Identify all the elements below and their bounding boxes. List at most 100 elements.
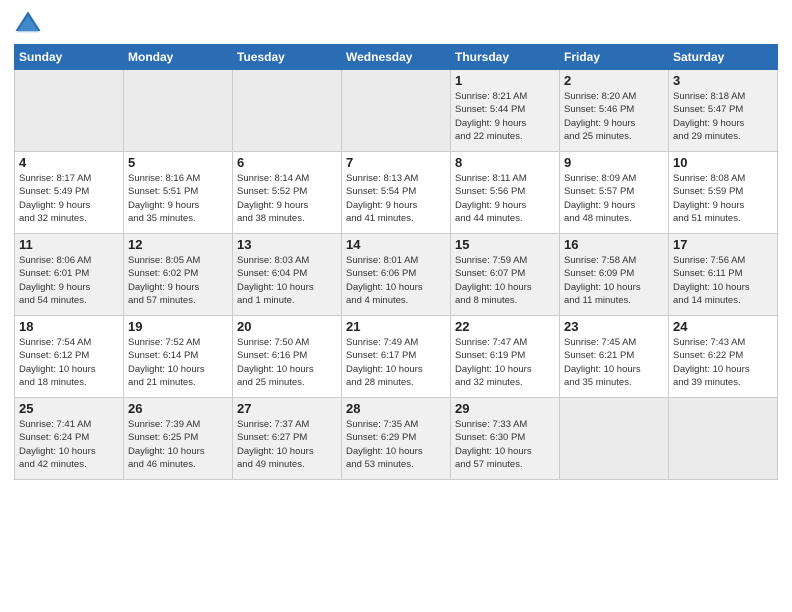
calendar-cell [342, 70, 451, 152]
day-info: Sunrise: 8:03 AM Sunset: 6:04 PM Dayligh… [237, 254, 337, 307]
calendar-cell: 22Sunrise: 7:47 AM Sunset: 6:19 PM Dayli… [451, 316, 560, 398]
day-info: Sunrise: 8:20 AM Sunset: 5:46 PM Dayligh… [564, 90, 664, 143]
calendar-week-row: 11 Sunrise: 8:06 AM Sunset: 6:01 PM Dayli… [15, 234, 778, 316]
day-info: Sunrise: 8:17 AM Sunset: 5:49 PM Dayligh… [19, 172, 119, 225]
weekday-header: Friday [560, 45, 669, 70]
calendar-cell: 19 Sunrise: 7:52 AM Sunset: 6:14 PM Dayli… [124, 316, 233, 398]
calendar-cell: 2 Sunrise: 8:20 AM Sunset: 5:46 PM Daylig… [560, 70, 669, 152]
day-info: Sunrise: 7:52 AM Sunset: 6:14 PM Dayligh… [128, 336, 228, 389]
day-number: 21 [346, 319, 446, 334]
header [14, 10, 778, 38]
day-info: Sunrise: 8:05 AM Sunset: 6:02 PM Dayligh… [128, 254, 228, 307]
day-info: Sunrise: 7:39 AM Sunset: 6:25 PM Dayligh… [128, 418, 228, 471]
day-number: 20 [237, 319, 337, 334]
day-number: 27 [237, 401, 337, 416]
day-number: 16 [564, 237, 664, 252]
calendar-cell: 14 Sunrise: 8:01 AM Sunset: 6:06 PM Dayli… [342, 234, 451, 316]
page: SundayMondayTuesdayWednesdayThursdayFrid… [0, 0, 792, 612]
calendar-cell [669, 398, 778, 480]
calendar-cell: 12 Sunrise: 8:05 AM Sunset: 6:02 PM Dayli… [124, 234, 233, 316]
calendar-header-row: SundayMondayTuesdayWednesdayThursdayFrid… [15, 45, 778, 70]
weekday-header: Wednesday [342, 45, 451, 70]
day-number: 12 [128, 237, 228, 252]
day-number: 29 [455, 401, 555, 416]
calendar-cell: 24 Sunrise: 7:43 AM Sunset: 6:22 PM Dayli… [669, 316, 778, 398]
day-info: Sunrise: 8:21 AM Sunset: 5:44 PM Dayligh… [455, 90, 555, 143]
calendar-week-row: 4 Sunrise: 8:17 AM Sunset: 5:49 PM Daylig… [15, 152, 778, 234]
calendar-cell: 18 Sunrise: 7:54 AM Sunset: 6:12 PM Dayli… [15, 316, 124, 398]
calendar-week-row: 1Sunrise: 8:21 AM Sunset: 5:44 PM Daylig… [15, 70, 778, 152]
day-info: Sunrise: 7:45 AM Sunset: 6:21 PM Dayligh… [564, 336, 664, 389]
day-number: 11 [19, 237, 119, 252]
calendar-cell: 9 Sunrise: 8:09 AM Sunset: 5:57 PM Daylig… [560, 152, 669, 234]
logo [14, 10, 46, 38]
day-number: 24 [673, 319, 773, 334]
calendar-cell: 13Sunrise: 8:03 AM Sunset: 6:04 PM Dayli… [233, 234, 342, 316]
day-info: Sunrise: 8:13 AM Sunset: 5:54 PM Dayligh… [346, 172, 446, 225]
calendar-cell [124, 70, 233, 152]
day-info: Sunrise: 7:59 AM Sunset: 6:07 PM Dayligh… [455, 254, 555, 307]
day-info: Sunrise: 7:37 AM Sunset: 6:27 PM Dayligh… [237, 418, 337, 471]
calendar-cell: 8 Sunrise: 8:11 AM Sunset: 5:56 PM Daylig… [451, 152, 560, 234]
day-number: 7 [346, 155, 446, 170]
day-info: Sunrise: 8:06 AM Sunset: 6:01 PM Dayligh… [19, 254, 119, 307]
day-number: 4 [19, 155, 119, 170]
day-number: 10 [673, 155, 773, 170]
day-number: 14 [346, 237, 446, 252]
day-info: Sunrise: 7:35 AM Sunset: 6:29 PM Dayligh… [346, 418, 446, 471]
calendar-cell: 29 Sunrise: 7:33 AM Sunset: 6:30 PM Dayli… [451, 398, 560, 480]
calendar-cell: 4 Sunrise: 8:17 AM Sunset: 5:49 PM Daylig… [15, 152, 124, 234]
calendar-cell: 27 Sunrise: 7:37 AM Sunset: 6:27 PM Dayli… [233, 398, 342, 480]
calendar: SundayMondayTuesdayWednesdayThursdayFrid… [14, 44, 778, 480]
calendar-cell [560, 398, 669, 480]
day-number: 15 [455, 237, 555, 252]
calendar-cell: 5Sunrise: 8:16 AM Sunset: 5:51 PM Daylig… [124, 152, 233, 234]
calendar-cell: 28 Sunrise: 7:35 AM Sunset: 6:29 PM Dayli… [342, 398, 451, 480]
day-number: 25 [19, 401, 119, 416]
day-info: Sunrise: 7:33 AM Sunset: 6:30 PM Dayligh… [455, 418, 555, 471]
day-number: 3 [673, 73, 773, 88]
day-info: Sunrise: 8:09 AM Sunset: 5:57 PM Dayligh… [564, 172, 664, 225]
day-info: Sunrise: 8:11 AM Sunset: 5:56 PM Dayligh… [455, 172, 555, 225]
day-info: Sunrise: 7:54 AM Sunset: 6:12 PM Dayligh… [19, 336, 119, 389]
calendar-cell: 25Sunrise: 7:41 AM Sunset: 6:24 PM Dayli… [15, 398, 124, 480]
weekday-header: Tuesday [233, 45, 342, 70]
day-info: Sunrise: 8:18 AM Sunset: 5:47 PM Dayligh… [673, 90, 773, 143]
calendar-cell: 17 Sunrise: 7:56 AM Sunset: 6:11 PM Dayli… [669, 234, 778, 316]
day-number: 5 [128, 155, 228, 170]
calendar-cell: 26 Sunrise: 7:39 AM Sunset: 6:25 PM Dayli… [124, 398, 233, 480]
day-info: Sunrise: 7:58 AM Sunset: 6:09 PM Dayligh… [564, 254, 664, 307]
day-number: 19 [128, 319, 228, 334]
calendar-cell [15, 70, 124, 152]
day-number: 2 [564, 73, 664, 88]
weekday-header: Sunday [15, 45, 124, 70]
day-info: Sunrise: 7:49 AM Sunset: 6:17 PM Dayligh… [346, 336, 446, 389]
calendar-week-row: 18 Sunrise: 7:54 AM Sunset: 6:12 PM Dayli… [15, 316, 778, 398]
calendar-cell: 3 Sunrise: 8:18 AM Sunset: 5:47 PM Daylig… [669, 70, 778, 152]
logo-icon [14, 10, 42, 38]
day-number: 23 [564, 319, 664, 334]
day-info: Sunrise: 8:01 AM Sunset: 6:06 PM Dayligh… [346, 254, 446, 307]
day-number: 9 [564, 155, 664, 170]
day-number: 26 [128, 401, 228, 416]
weekday-header: Saturday [669, 45, 778, 70]
day-info: Sunrise: 7:50 AM Sunset: 6:16 PM Dayligh… [237, 336, 337, 389]
day-info: Sunrise: 8:08 AM Sunset: 5:59 PM Dayligh… [673, 172, 773, 225]
day-info: Sunrise: 8:14 AM Sunset: 5:52 PM Dayligh… [237, 172, 337, 225]
day-info: Sunrise: 7:43 AM Sunset: 6:22 PM Dayligh… [673, 336, 773, 389]
calendar-cell: 11 Sunrise: 8:06 AM Sunset: 6:01 PM Dayli… [15, 234, 124, 316]
day-info: Sunrise: 7:47 AM Sunset: 6:19 PM Dayligh… [455, 336, 555, 389]
calendar-cell: 10 Sunrise: 8:08 AM Sunset: 5:59 PM Dayli… [669, 152, 778, 234]
calendar-cell: 1Sunrise: 8:21 AM Sunset: 5:44 PM Daylig… [451, 70, 560, 152]
calendar-cell: 20 Sunrise: 7:50 AM Sunset: 6:16 PM Dayli… [233, 316, 342, 398]
calendar-cell: 23 Sunrise: 7:45 AM Sunset: 6:21 PM Dayli… [560, 316, 669, 398]
day-number: 18 [19, 319, 119, 334]
day-number: 8 [455, 155, 555, 170]
calendar-cell: 16 Sunrise: 7:58 AM Sunset: 6:09 PM Dayli… [560, 234, 669, 316]
day-number: 28 [346, 401, 446, 416]
calendar-week-row: 25Sunrise: 7:41 AM Sunset: 6:24 PM Dayli… [15, 398, 778, 480]
day-info: Sunrise: 7:56 AM Sunset: 6:11 PM Dayligh… [673, 254, 773, 307]
weekday-header: Monday [124, 45, 233, 70]
day-number: 17 [673, 237, 773, 252]
calendar-cell: 15 Sunrise: 7:59 AM Sunset: 6:07 PM Dayli… [451, 234, 560, 316]
